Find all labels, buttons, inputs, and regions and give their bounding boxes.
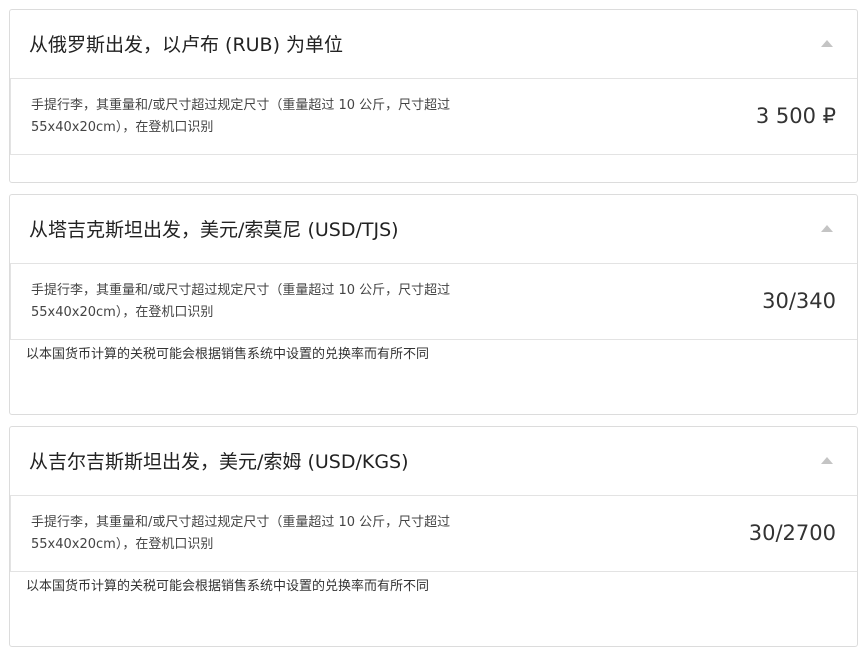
fee-price: 30/340: [762, 289, 836, 313]
chevron-up-icon[interactable]: [821, 457, 833, 464]
section-card-russia: 从俄罗斯出发，以卢布 (RUB) 为单位 手提行李，其重量和/或尺寸超过规定尺寸…: [9, 9, 858, 183]
section-card-kyrgyzstan: 从吉尔吉斯斯坦出发，美元/索姆 (USD/KGS) 手提行李，其重量和/或尺寸超…: [9, 426, 858, 647]
fee-price: 30/2700: [748, 521, 836, 545]
chevron-up-icon[interactable]: [821, 40, 833, 47]
section-title: 从塔吉克斯坦出发，美元/索莫尼 (USD/TJS): [29, 219, 399, 241]
section-header-kyrgyzstan[interactable]: 从吉尔吉斯斯坦出发，美元/索姆 (USD/KGS): [10, 427, 857, 496]
fee-description: 手提行李，其重量和/或尺寸超过规定尺寸（重量超过 10 公斤，尺寸超过 55x4…: [31, 515, 451, 552]
section-card-tajikistan: 从塔吉克斯坦出发，美元/索莫尼 (USD/TJS) 手提行李，其重量和/或尺寸超…: [9, 194, 858, 415]
section-header-tajikistan[interactable]: 从塔吉克斯坦出发，美元/索莫尼 (USD/TJS): [10, 195, 857, 264]
fee-description: 手提行李，其重量和/或尺寸超过规定尺寸（重量超过 10 公斤，尺寸超过 55x4…: [31, 283, 451, 320]
section-title: 从吉尔吉斯斯坦出发，美元/索姆 (USD/KGS): [29, 451, 409, 473]
section-title: 从俄罗斯出发，以卢布 (RUB) 为单位: [29, 34, 344, 56]
exchange-rate-note: 以本国货币计算的关税可能会根据销售系统中设置的兑换率而有所不同: [26, 579, 430, 594]
chevron-up-icon[interactable]: [821, 225, 833, 232]
fee-description: 手提行李，其重量和/或尺寸超过规定尺寸（重量超过 10 公斤，尺寸超过 55x4…: [31, 98, 451, 135]
exchange-rate-note: 以本国货币计算的关税可能会根据销售系统中设置的兑换率而有所不同: [26, 347, 430, 362]
fee-price: 3 500 ₽: [755, 104, 836, 128]
fee-row: 手提行李，其重量和/或尺寸超过规定尺寸（重量超过 10 公斤，尺寸超过 55x4…: [10, 496, 857, 572]
fee-row: 手提行李，其重量和/或尺寸超过规定尺寸（重量超过 10 公斤，尺寸超过 55x4…: [10, 264, 857, 340]
fee-row: 手提行李，其重量和/或尺寸超过规定尺寸（重量超过 10 公斤，尺寸超过 55x4…: [10, 79, 857, 155]
section-header-russia[interactable]: 从俄罗斯出发，以卢布 (RUB) 为单位: [10, 10, 857, 79]
